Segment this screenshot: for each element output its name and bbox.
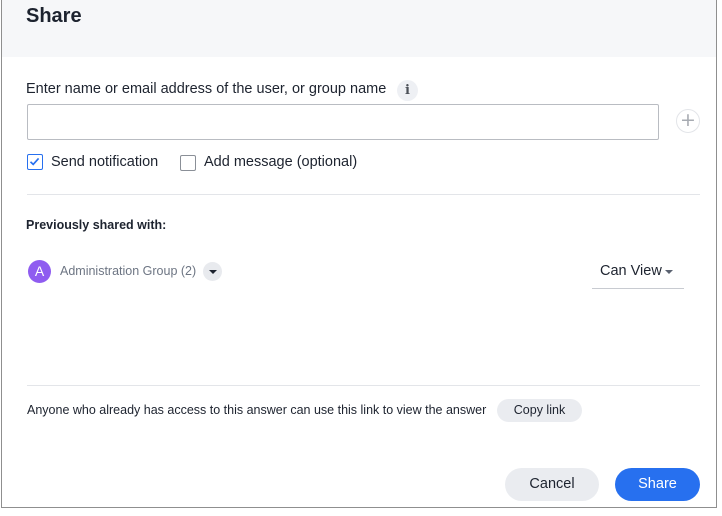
add-recipient-icon[interactable]: + bbox=[676, 109, 700, 133]
recipient-input[interactable] bbox=[27, 104, 659, 140]
caret-down-icon bbox=[665, 270, 673, 274]
previously-shared-heading: Previously shared with: bbox=[26, 218, 167, 232]
divider bbox=[27, 194, 700, 195]
checkmark-icon bbox=[29, 157, 40, 166]
copy-link-button[interactable]: Copy link bbox=[497, 399, 582, 422]
share-button[interactable]: Share bbox=[615, 468, 700, 501]
recipient-field-label: Enter name or email address of the user,… bbox=[26, 81, 387, 97]
avatar: A bbox=[28, 260, 51, 283]
share-dialog: Share Enter name or email address of the… bbox=[1, 0, 717, 508]
cancel-button[interactable]: Cancel bbox=[505, 468, 599, 501]
info-icon[interactable]: i bbox=[397, 80, 418, 101]
divider bbox=[27, 385, 700, 386]
link-description: Anyone who already has access to this an… bbox=[27, 403, 487, 417]
permission-dropdown[interactable]: Can View bbox=[592, 256, 684, 289]
permission-value: Can View bbox=[600, 263, 662, 279]
chevron-down-icon[interactable] bbox=[203, 262, 222, 281]
dialog-header: Share bbox=[2, 0, 716, 57]
add-message-checkbox[interactable] bbox=[180, 155, 196, 171]
add-message-label[interactable]: Add message (optional) bbox=[204, 154, 357, 170]
send-notification-label[interactable]: Send notification bbox=[51, 154, 158, 170]
dialog-title: Share bbox=[26, 5, 82, 27]
send-notification-checkbox[interactable] bbox=[27, 154, 43, 170]
shared-entry-name: Administration Group (2) bbox=[60, 264, 197, 278]
